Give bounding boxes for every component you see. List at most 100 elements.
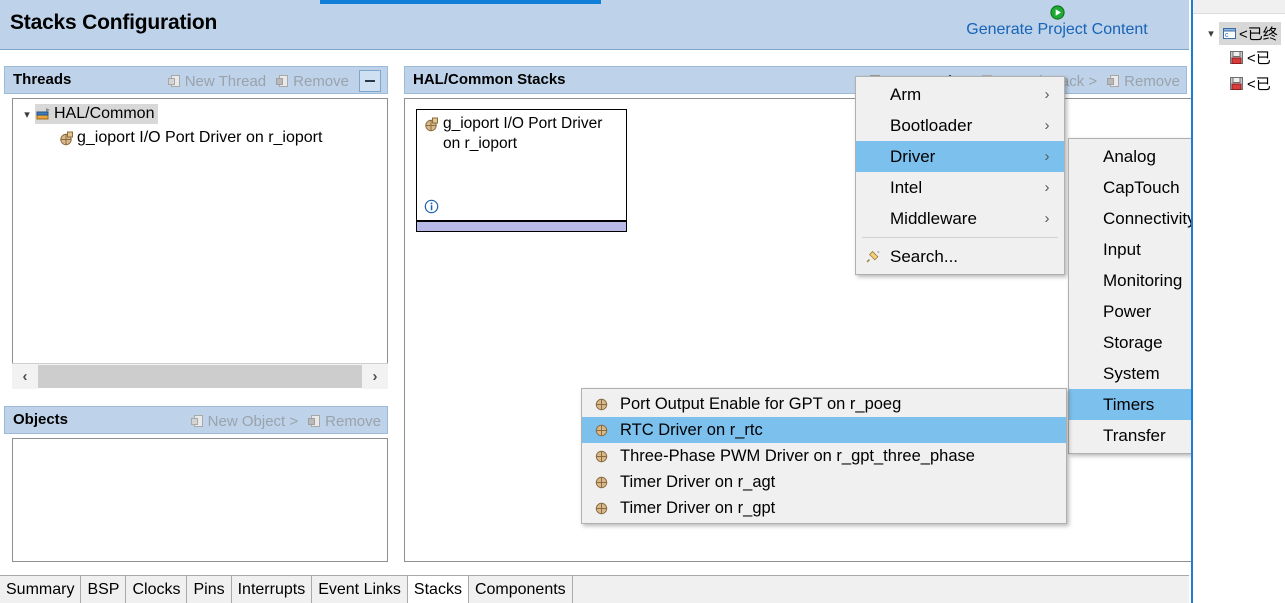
module-icon: [582, 501, 620, 516]
right-view-toolbar: [1193, 0, 1285, 14]
tree-item-g-ioport[interactable]: g_ioport I/O Port Driver on r_ioport: [59, 127, 322, 149]
collapse-all-icon[interactable]: [359, 70, 381, 92]
chevron-right-icon: ›: [1044, 148, 1050, 165]
right-view-row-1[interactable]: <已: [1229, 46, 1271, 68]
chevron-right-icon: ›: [1044, 210, 1050, 227]
module-icon: [582, 449, 620, 464]
menu-item-timer-driver-agt[interactable]: Timer Driver on r_agt: [582, 469, 1066, 495]
right-side-view[interactable]: ▾ c <已终 <已 <已: [1191, 0, 1285, 603]
new-thread-label: New Thread: [184, 72, 267, 90]
right-view-row-label: <已: [1247, 75, 1271, 93]
menu-item-arm[interactable]: Arm ›: [856, 79, 1064, 110]
menu-item-label: RTC Driver on r_rtc: [620, 420, 763, 439]
tab-stacks[interactable]: Stacks: [407, 576, 469, 603]
remove-icon: [308, 414, 322, 428]
threads-panel-header: Threads New Thread Remove: [4, 66, 388, 94]
right-view-row-2[interactable]: <已: [1229, 72, 1271, 94]
new-object-button[interactable]: New Object >: [190, 412, 299, 430]
module-icon: [582, 397, 620, 412]
objects-panel-actions: New Object > Remove: [190, 410, 381, 432]
stacks-configuration-view: Stacks Configuration Generate Project Co…: [0, 0, 1285, 603]
chevron-down-icon[interactable]: ▾: [19, 108, 35, 121]
menu-item-label: Bootloader: [890, 115, 973, 135]
tab-label: BSP: [87, 580, 120, 598]
tab-label: Event Links: [318, 580, 401, 598]
menu-item-driver[interactable]: Driver ›: [856, 141, 1064, 172]
generate-project-content-label[interactable]: Generate Project Content: [937, 20, 1177, 40]
menu-item-label: Middleware: [890, 208, 977, 228]
chevron-right-icon: ›: [1044, 179, 1050, 196]
remove-stack-label: Remove: [1124, 72, 1180, 90]
objects-panel-title: Objects: [13, 411, 69, 428]
menu-item-label: Arm: [890, 84, 922, 104]
threads-tree[interactable]: ▾ HAL/Common g_ioport I/O Port Driver on…: [12, 98, 388, 389]
generate-project-content-button[interactable]: Generate Project Content: [937, 4, 1177, 50]
tab-label: Clocks: [132, 580, 181, 598]
menu-item-port-output-enable-poeg[interactable]: Port Output Enable for GPT on r_poeg: [582, 391, 1066, 417]
menu-item-label: Driver: [890, 146, 936, 166]
stack-node-g-ioport[interactable]: g_ioport I/O Port Driver on r_ioport: [416, 109, 627, 232]
tab-bsp[interactable]: BSP: [81, 576, 127, 603]
new-object-label: New Object >: [207, 412, 299, 430]
remove-object-label: Remove: [325, 412, 381, 430]
page-header: Stacks Configuration Generate Project Co…: [0, 4, 1189, 50]
remove-stack-button[interactable]: Remove: [1107, 73, 1180, 90]
threads-panel-actions: New Thread Remove: [167, 70, 381, 92]
new-stack-menu[interactable]: Arm › Bootloader › Driver › Intel › Midd…: [855, 76, 1065, 275]
stacks-panel-title: HAL/Common Stacks: [413, 71, 566, 88]
module-icon: [424, 117, 439, 132]
scroll-right-icon[interactable]: ›: [362, 363, 388, 389]
menu-item-label: Timer Driver on r_gpt: [620, 498, 776, 517]
menu-item-intel[interactable]: Intel ›: [856, 172, 1064, 203]
objects-list[interactable]: [12, 438, 388, 562]
thread-icon: [36, 107, 50, 121]
timers-submenu[interactable]: Port Output Enable for GPT on r_poeg RTC…: [581, 388, 1067, 524]
scroll-left-icon[interactable]: ‹: [12, 363, 38, 389]
new-thread-button[interactable]: New Thread: [167, 72, 267, 90]
module-icon: [582, 423, 620, 438]
menu-item-label: Port Output Enable for GPT on r_poeg: [620, 394, 902, 413]
tree-item-label: HAL/Common: [54, 105, 155, 122]
tab-pins[interactable]: Pins: [187, 576, 232, 603]
menu-item-middleware[interactable]: Middleware ›: [856, 203, 1064, 234]
right-view-row-label: <已终: [1239, 25, 1278, 43]
tab-label: Components: [474, 580, 566, 598]
page-title: Stacks Configuration: [10, 11, 218, 34]
remove-icon: [1107, 74, 1121, 88]
tab-label: Pins: [193, 580, 225, 598]
menu-item-label: Search...: [890, 246, 959, 266]
module-icon: [582, 475, 620, 490]
menu-item-three-phase-pwm-driver[interactable]: Three-Phase PWM Driver on r_gpt_three_ph…: [582, 443, 1066, 469]
menu-item-search[interactable]: Search...: [856, 241, 1064, 272]
c-file-icon: c: [1222, 26, 1236, 40]
play-green-icon: [1049, 5, 1065, 20]
tab-components[interactable]: Components: [468, 576, 573, 603]
scroll-thumb[interactable]: [38, 364, 362, 388]
threads-horizontal-scrollbar[interactable]: ‹ ›: [12, 363, 388, 389]
right-view-row-0[interactable]: ▾ c <已终: [1203, 21, 1281, 45]
remove-thread-label: Remove: [293, 72, 349, 90]
chevron-down-icon[interactable]: ▾: [1203, 27, 1219, 40]
tab-clocks[interactable]: Clocks: [126, 576, 188, 603]
stack-node-status-bar: [416, 221, 627, 232]
remove-object-button[interactable]: Remove: [308, 413, 381, 430]
tab-event-links[interactable]: Event Links: [312, 576, 408, 603]
menu-item-timer-driver-gpt[interactable]: Timer Driver on r_gpt: [582, 495, 1066, 521]
tree-item-hal-common[interactable]: ▾ HAL/Common: [19, 103, 159, 125]
remove-thread-button[interactable]: Remove: [276, 73, 349, 90]
info-icon[interactable]: [424, 199, 439, 214]
svg-text:c: c: [1225, 32, 1229, 39]
tab-label: Interrupts: [237, 580, 306, 598]
objects-panel-header: Objects New Object > Remove: [4, 406, 388, 434]
chevron-right-icon: ›: [1044, 86, 1050, 103]
tab-interrupts[interactable]: Interrupts: [231, 576, 313, 603]
bottom-tab-bar[interactable]: Summary BSP Clocks Pins Interrupts Event…: [0, 575, 1189, 603]
tab-summary[interactable]: Summary: [0, 576, 82, 603]
module-icon: [59, 131, 73, 146]
stacks-panel-header: HAL/Common Stacks New Stack >: [404, 66, 1187, 94]
menu-item-bootloader[interactable]: Bootloader ›: [856, 110, 1064, 141]
tab-bar-filler: [572, 576, 1189, 603]
menu-item-rtc-driver-rtc[interactable]: RTC Driver on r_rtc: [582, 417, 1066, 443]
menu-item-label: Three-Phase PWM Driver on r_gpt_three_ph…: [620, 446, 975, 465]
save-icon: [1229, 50, 1243, 64]
